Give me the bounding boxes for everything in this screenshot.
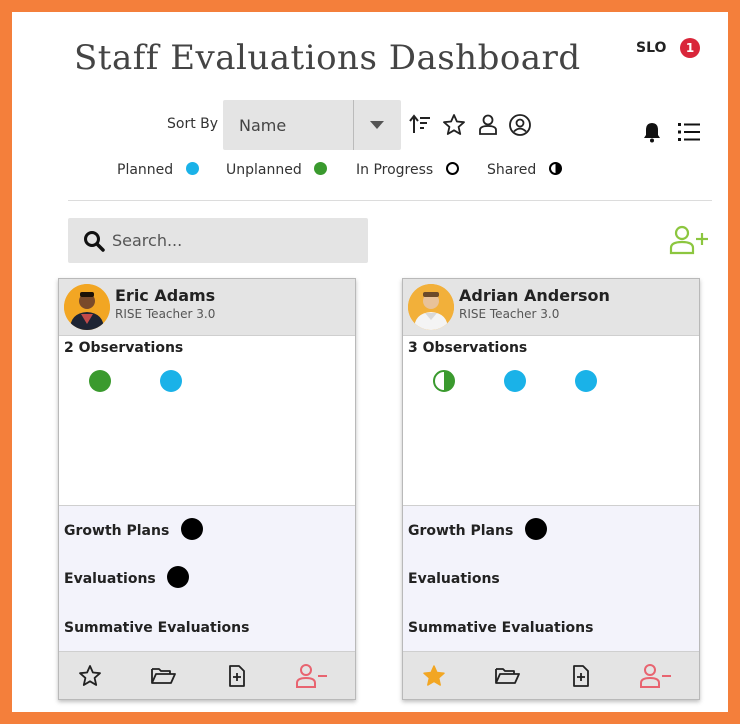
chevron-down-icon[interactable] bbox=[370, 121, 384, 129]
card-actions bbox=[403, 651, 699, 699]
star-outline-icon[interactable] bbox=[441, 112, 467, 138]
sort-by-label: Sort By bbox=[167, 116, 219, 132]
staff-card-adrian-anderson[interactable]: Adrian Anderson RISE Teacher 3.0 3 Obser… bbox=[402, 278, 700, 700]
in-progress-ring-icon bbox=[445, 162, 459, 175]
evaluations-label: Evaluations bbox=[64, 571, 156, 587]
person-circle-icon[interactable] bbox=[507, 112, 533, 138]
add-document-icon[interactable] bbox=[569, 663, 593, 689]
card-header: Adrian Anderson RISE Teacher 3.0 bbox=[403, 279, 699, 336]
slo-label[interactable]: SLO bbox=[636, 40, 666, 56]
legend-shared: Shared bbox=[487, 162, 562, 178]
legend-planned-label: Planned bbox=[117, 162, 174, 178]
legend-unplanned-label: Unplanned bbox=[226, 162, 302, 178]
legend-in-progress: In Progress bbox=[356, 162, 459, 178]
growth-plans-status-icon[interactable] bbox=[181, 518, 203, 540]
list-icon[interactable] bbox=[676, 120, 702, 144]
folder-open-icon[interactable] bbox=[493, 663, 521, 689]
card-summary-section: Growth Plans Evaluations Summative Evalu… bbox=[403, 505, 699, 651]
star-outline-icon[interactable] bbox=[77, 663, 103, 689]
planned-observation-icon[interactable] bbox=[575, 370, 597, 392]
avatar bbox=[64, 284, 110, 330]
growth-plans-status-icon[interactable] bbox=[525, 518, 547, 540]
staff-role: RISE Teacher 3.0 bbox=[115, 307, 216, 321]
search-box[interactable] bbox=[68, 218, 368, 263]
growth-plans-label: Growth Plans bbox=[408, 523, 514, 539]
bell-icon[interactable] bbox=[640, 120, 664, 144]
add-user-icon[interactable] bbox=[668, 224, 714, 256]
card-header: Eric Adams RISE Teacher 3.0 bbox=[59, 279, 355, 336]
staff-name[interactable]: Eric Adams bbox=[115, 286, 215, 305]
add-document-icon[interactable] bbox=[225, 663, 249, 689]
observations-count: 2 Observations bbox=[64, 340, 184, 356]
sort-select[interactable]: Name bbox=[223, 100, 401, 150]
evaluations-label: Evaluations bbox=[408, 571, 500, 587]
search-input[interactable] bbox=[112, 226, 352, 254]
dashboard-frame: Staff Evaluations Dashboard SLO 1 Sort B… bbox=[0, 0, 740, 724]
shared-half-icon bbox=[548, 162, 562, 175]
growth-plans-label: Growth Plans bbox=[64, 523, 170, 539]
unplanned-dot-icon bbox=[314, 162, 328, 175]
summative-evaluations-label: Summative Evaluations bbox=[408, 620, 594, 636]
folder-open-icon[interactable] bbox=[149, 663, 177, 689]
observations-count: 3 Observations bbox=[408, 340, 528, 356]
unplanned-observation-icon[interactable] bbox=[89, 370, 111, 392]
page-title: Staff Evaluations Dashboard bbox=[74, 38, 581, 78]
evaluations-status-icon[interactable] bbox=[167, 566, 189, 588]
remove-user-icon[interactable] bbox=[639, 663, 673, 689]
remove-user-icon[interactable] bbox=[295, 663, 329, 689]
planned-observation-icon[interactable] bbox=[160, 370, 182, 392]
select-divider bbox=[353, 100, 354, 150]
person-outline-icon[interactable] bbox=[475, 112, 501, 138]
avatar bbox=[408, 284, 454, 330]
star-filled-icon[interactable] bbox=[421, 663, 447, 689]
legend-planned: Planned bbox=[117, 162, 199, 178]
sort-selected-value: Name bbox=[239, 116, 287, 135]
unplanned-shared-observation-icon[interactable] bbox=[433, 370, 455, 392]
staff-card-eric-adams[interactable]: Eric Adams RISE Teacher 3.0 2 Observatio… bbox=[58, 278, 356, 700]
search-icon bbox=[84, 231, 105, 252]
card-actions bbox=[59, 651, 355, 699]
staff-name[interactable]: Adrian Anderson bbox=[459, 286, 610, 305]
planned-observation-icon[interactable] bbox=[504, 370, 526, 392]
planned-dot-icon bbox=[185, 162, 199, 175]
summative-evaluations-label: Summative Evaluations bbox=[64, 620, 250, 636]
card-summary-section: Growth Plans Evaluations Summative Evalu… bbox=[59, 505, 355, 651]
legend-in-progress-label: In Progress bbox=[356, 162, 434, 178]
legend-unplanned: Unplanned bbox=[226, 162, 328, 178]
header-divider bbox=[68, 200, 712, 201]
staff-role: RISE Teacher 3.0 bbox=[459, 307, 560, 321]
sort-order-icon[interactable] bbox=[408, 112, 434, 138]
legend-shared-label: Shared bbox=[487, 162, 537, 178]
slo-count-badge[interactable]: 1 bbox=[680, 38, 700, 58]
